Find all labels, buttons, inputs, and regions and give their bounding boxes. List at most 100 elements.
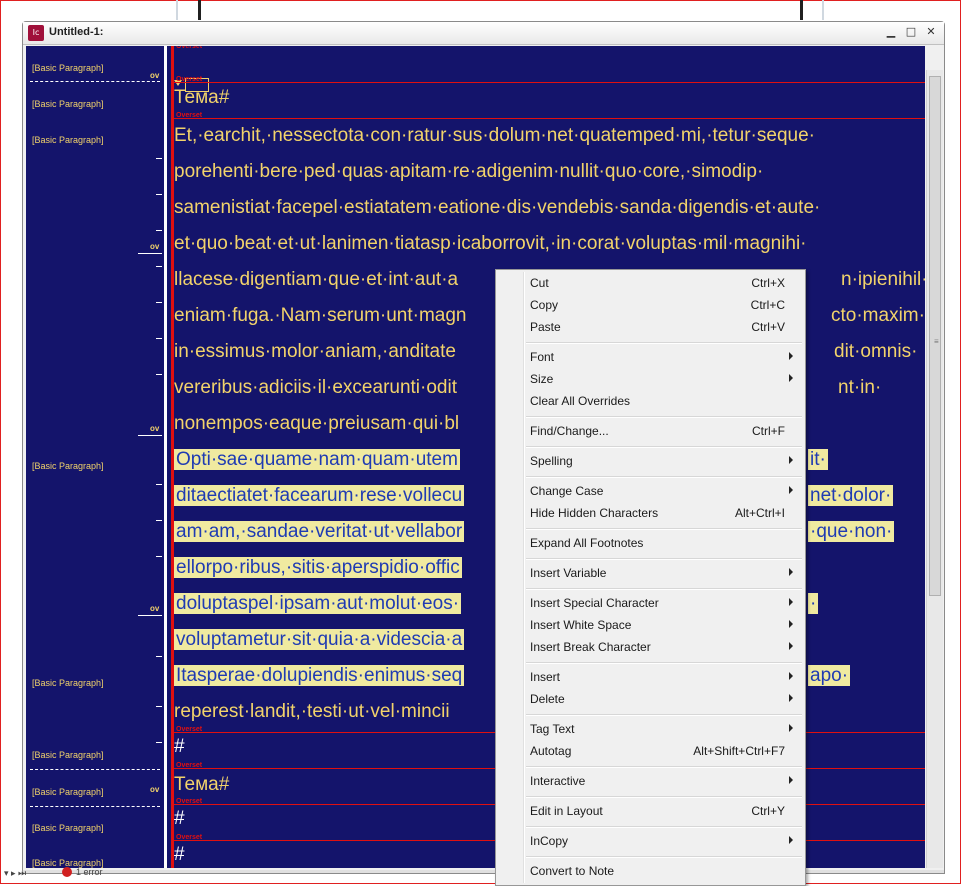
menu-item-incopy[interactable]: InCopy <box>496 830 805 852</box>
menu-separator <box>526 528 802 530</box>
menu-item-autotag[interactable]: Autotag Alt+Shift+Ctrl+F7 <box>496 740 805 762</box>
menu-separator <box>526 446 802 448</box>
menu-separator <box>526 662 802 664</box>
gutter-divider[interactable] <box>164 46 167 868</box>
menu-item-label: Insert Variable <box>530 566 607 580</box>
paragraph-style-label[interactable]: [Basic Paragraph] <box>32 461 104 471</box>
line-tick <box>156 520 162 521</box>
menu-item-cut[interactable]: Cut Ctrl+X <box>496 272 805 294</box>
selected-text: voluptametur·sit·quia·a·videscia·a <box>174 629 465 650</box>
menu-separator <box>526 796 802 798</box>
error-count[interactable]: 1 error <box>76 867 103 877</box>
line-tick <box>156 230 162 231</box>
menu-item-convert-to-note[interactable]: Convert to Note <box>496 860 805 882</box>
menu-item-label: Expand All Footnotes <box>530 536 644 550</box>
menu-item-label: Hide Hidden Characters <box>530 506 659 520</box>
menu-item-label: Size <box>530 372 554 386</box>
menu-item-shortcut: Ctrl+F <box>752 424 785 438</box>
menu-item-insert-white-space[interactable]: Insert White Space <box>496 614 805 636</box>
submenu-arrow-icon <box>789 776 793 784</box>
menu-item-label: Delete <box>530 692 565 706</box>
selected-text: apo· <box>808 665 851 686</box>
nav-arrows-icon[interactable]: ▾ ▸ ⏭ <box>4 868 26 879</box>
paragraph-style-label[interactable]: [Basic Paragraph] <box>32 99 104 109</box>
menu-item-font[interactable]: Font <box>496 346 805 368</box>
selected-line: Opti·sae·quame·nam·quam·utem <box>174 442 460 478</box>
bottom-status: ▾ ▸ ⏭ 1 error <box>0 866 222 882</box>
menu-separator <box>526 416 802 418</box>
menu-item-edit-in-layout[interactable]: Edit in Layout Ctrl+Y <box>496 800 805 822</box>
overset-label: Overset <box>176 762 203 769</box>
selected-line-tail: ·que·non· <box>808 514 895 550</box>
maximize-icon[interactable]: □ <box>904 25 918 39</box>
menu-item-insert-variable[interactable]: Insert Variable <box>496 562 805 584</box>
vertical-scrollbar[interactable]: ≡ <box>926 70 943 868</box>
menu-separator <box>526 476 802 478</box>
style-gutter: [Basic Paragraph] ov [Basic Paragraph] [… <box>26 46 164 868</box>
paragraph-style-label[interactable]: [Basic Paragraph] <box>32 787 104 797</box>
menu-separator <box>526 856 802 858</box>
menu-item-label: Spelling <box>530 454 573 468</box>
menu-item-hide-hidden-characters[interactable]: Hide Hidden Characters Alt+Ctrl+I <box>496 502 805 524</box>
overset-marker: ov <box>150 785 160 794</box>
line-tick <box>156 194 162 195</box>
menu-item-spelling[interactable]: Spelling <box>496 450 805 472</box>
menu-separator <box>526 714 802 716</box>
menu-item-paste[interactable]: Paste Ctrl+V <box>496 316 805 338</box>
selected-line: doluptaspel·ipsam·aut·molut·eos· <box>174 586 462 622</box>
line-tick <box>156 266 162 267</box>
menu-item-tag-text[interactable]: Tag Text <box>496 718 805 740</box>
close-icon[interactable]: ✕ <box>924 25 938 39</box>
menu-item-find-change[interactable]: Find/Change... Ctrl+F <box>496 420 805 442</box>
line-tick <box>156 374 162 375</box>
line-tick <box>156 706 162 707</box>
menu-item-delete[interactable]: Delete <box>496 688 805 710</box>
window-titlebar[interactable]: Ic Untitled-1: ▁ □ ✕ <box>23 22 944 45</box>
menu-item-label: Change Case <box>530 484 604 498</box>
overset-marker: ov <box>150 242 160 251</box>
paragraph-style-label[interactable]: [Basic Paragraph] <box>32 63 104 73</box>
menu-separator <box>526 766 802 768</box>
selected-text: it· <box>808 449 828 470</box>
menu-item-clear-all-overrides[interactable]: Clear All Overrides <box>496 390 805 412</box>
context-menu: Cut Ctrl+X Copy Ctrl+C Paste Ctrl+V Font Si… <box>495 269 806 886</box>
menu-item-insert-break-character[interactable]: Insert Break Character <box>496 636 805 658</box>
menu-item-insert[interactable]: Insert <box>496 666 805 688</box>
story-editor-window: Ic Untitled-1: ▁ □ ✕ [Basic Paragraph] o… <box>22 21 945 874</box>
menu-separator <box>526 826 802 828</box>
menu-item-shortcut: Ctrl+X <box>751 276 785 290</box>
menu-separator <box>526 588 802 590</box>
background-guide <box>800 0 803 20</box>
scroll-thumb[interactable]: ≡ <box>929 76 941 596</box>
minimize-icon[interactable]: ▁ <box>884 25 898 39</box>
submenu-arrow-icon <box>789 724 793 732</box>
selected-line: ellorpo·ribus,·sitis·aperspidio·offic <box>174 550 462 586</box>
menu-item-label: Insert White Space <box>530 618 632 632</box>
overset-label: Overset <box>176 834 203 841</box>
menu-item-size[interactable]: Size <box>496 368 805 390</box>
paragraph-style-label[interactable]: [Basic Paragraph] <box>32 750 104 760</box>
line-tick <box>138 615 162 616</box>
menu-item-change-case[interactable]: Change Case <box>496 480 805 502</box>
paragraph-style-label[interactable]: [Basic Paragraph] <box>32 823 104 833</box>
menu-item-copy[interactable]: Copy Ctrl+C <box>496 294 805 316</box>
submenu-arrow-icon <box>789 456 793 464</box>
menu-item-expand-all-footnotes[interactable]: Expand All Footnotes <box>496 532 805 554</box>
menu-item-label: Convert to Note <box>530 864 615 878</box>
overset-marker: ov <box>150 71 160 80</box>
menu-item-insert-special-character[interactable]: Insert Special Character <box>496 592 805 614</box>
paragraph-style-label[interactable]: [Basic Paragraph] <box>32 135 104 145</box>
selected-line: Itasperae·dolupiendis·enimus·seq <box>174 658 465 694</box>
overset-label: Overset <box>176 46 203 50</box>
menu-separator <box>526 558 802 560</box>
line-tick <box>156 302 162 303</box>
body-line: eniam·fuga.·Nam·serum·unt·magn <box>174 305 467 326</box>
paragraph-style-label[interactable]: [Basic Paragraph] <box>32 678 104 688</box>
menu-item-interactive[interactable]: Interactive <box>496 770 805 792</box>
line-tick <box>138 253 162 254</box>
overset-label: Overset <box>176 798 203 805</box>
line-tick <box>156 656 162 657</box>
selected-text: net·dolor· <box>808 485 894 506</box>
submenu-arrow-icon <box>789 352 793 360</box>
line-tick <box>156 484 162 485</box>
